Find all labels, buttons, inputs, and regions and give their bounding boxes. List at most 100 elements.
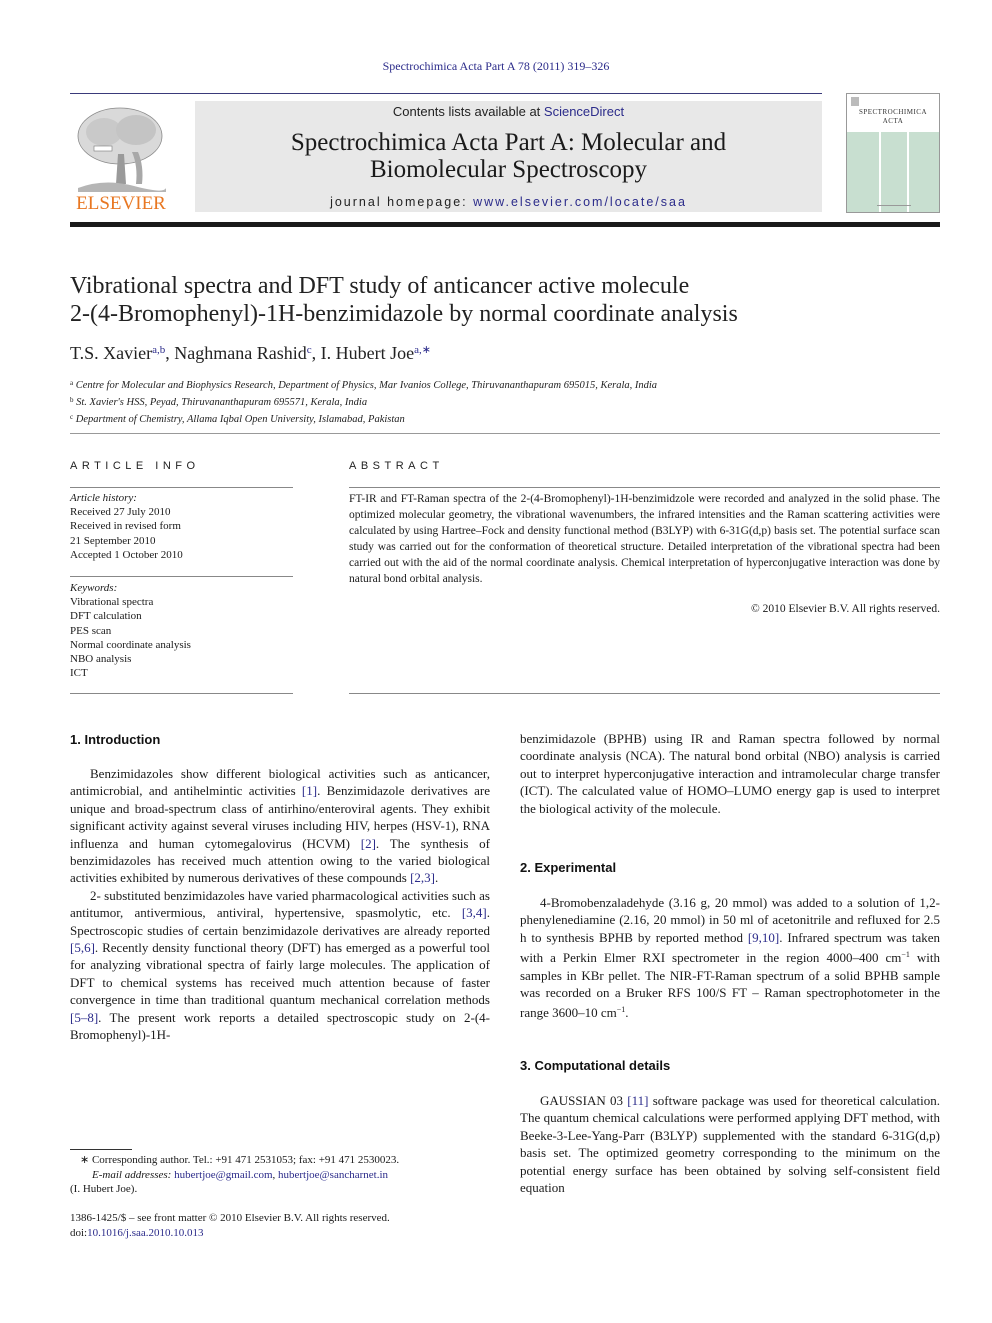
keyword: NBO analysis [70,653,132,666]
author-list: T.S. Xaviera,b, Naghmana Rashidc, I. Hub… [70,343,431,364]
footnote-divider [70,1149,132,1150]
journal-homepage: journal homepage: www.elsevier.com/locat… [195,195,822,209]
section-heading-experimental: 2. Experimental [520,860,617,875]
keyword: Vibrational spectra [70,596,154,609]
citation-link[interactable]: [5–8] [70,1010,98,1025]
divider [70,693,293,694]
article-title: Vibrational spectra and DFT study of ant… [70,272,930,328]
introduction-body: Benzimidazoles show different biological… [70,765,490,1044]
cover-stripe [907,132,909,212]
homepage-link[interactable]: www.elsevier.com/locate/saa [473,195,687,209]
unit-exponent: −1 [901,950,910,960]
divider [349,487,940,488]
affiliation-text: Department of Chemistry, Allama Iqbal Op… [75,414,405,425]
cover-green-panel [847,132,939,212]
article-title-line1: Vibrational spectra and DFT study of ant… [70,273,690,299]
keywords-label: Keywords: [70,582,118,594]
abstract-copyright: © 2010 Elsevier B.V. All rights reserved… [751,603,940,615]
footnote: ∗ Corresponding author. Tel.: +91 471 25… [70,1153,490,1197]
introduction-continued: benzimidazole (BPHB) using IR and Raman … [520,731,940,816]
divider [70,487,293,488]
footnote-author-name: (I. Hubert Joe). [70,1183,138,1195]
cover-title-line2: ACTA [882,117,904,125]
journal-title-line1: Spectrochimica Acta Part A: Molecular an… [290,129,727,156]
sciencedirect-link[interactable]: ScienceDirect [544,104,624,119]
text-run: . Recently density functional theory (DF… [70,940,490,1008]
contents-prefix: Contents lists available at [392,104,544,119]
paragraph: Benzimidazoles show different biological… [70,765,490,887]
paragraph: GAUSSIAN 03 [11] software package was us… [520,1092,940,1196]
text-run: 2- substituted benzimidazoles have varie… [70,887,490,921]
elsevier-wordmark: ELSEVIER [76,193,166,214]
journal-banner: Contents lists available at ScienceDirec… [195,101,822,212]
affiliations: a Centre for Molecular and Biophysics Re… [70,376,657,427]
journal-title-line2: Biomolecular Spectroscopy [369,156,647,183]
author-separator: , [311,343,321,363]
cover-title: SPECTROCHIMICA ACTA [847,108,939,126]
elsevier-logo[interactable]: ELSEVIER [70,100,172,215]
affiliation-text: St. Xavier's HSS, Peyad, Thiruvananthapu… [76,397,368,408]
doi-link[interactable]: 10.1016/j.saa.2010.10.013 [87,1227,203,1239]
email-line: E-mail addresses: hubertjoe@gmail.com, h… [70,1168,490,1183]
section-heading-computational: 3. Computational details [520,1058,671,1073]
author-affiliation-link[interactable]: a,∗ [414,344,431,356]
email-link[interactable]: hubertjoe@gmail.com [174,1169,272,1181]
doi-line: doi:10.1016/j.saa.2010.10.013 [70,1226,390,1241]
elsevier-tree-icon [77,107,166,192]
computational-body: GAUSSIAN 03 [11] software package was us… [520,1092,940,1196]
cover-logo-icon [851,97,859,106]
section-heading-introduction: 1. Introduction [70,732,161,747]
affiliation-text: Centre for Molecular and Biophysics Rese… [75,380,658,391]
header-divider [70,93,822,94]
homepage-label: journal homepage: [330,195,474,209]
citation-link[interactable]: [3,4] [462,905,487,920]
paragraph: 4-Bromobenzaladehyde (3.16 g, 20 mmol) w… [520,894,940,1022]
author-separator: , [165,343,175,363]
text-run: . [435,870,439,886]
article-history: Article history: Received 27 July 2010 R… [70,491,183,562]
unit-exponent: −1 [616,1005,626,1015]
paragraph: 2- substituted benzimidazoles have varie… [70,887,490,1044]
cover-title-line1: SPECTROCHIMICA [858,108,928,116]
doi-label: doi: [70,1227,88,1239]
text-run: . The present work reports a detailed sp… [70,1009,490,1043]
keyword: PES scan [70,624,112,637]
history-item: Accepted 1 October 2010 [70,548,183,561]
citation-link[interactable]: [5,6] [70,940,95,955]
affiliation-key: c [70,413,74,421]
text-run: software package was used for theoretica… [520,1093,940,1196]
divider [70,576,293,577]
journal-citation-link[interactable]: Spectrochimica Acta Part A 78 (2011) 319… [0,59,992,74]
affiliation-key: a [70,379,74,387]
article-title-line2: 2-(4-Bromophenyl)-1H-benzimidazole by no… [70,301,738,327]
citation-link[interactable]: [11] [627,1093,648,1108]
affiliation: a Centre for Molecular and Biophysics Re… [70,376,657,393]
journal-cover-thumbnail[interactable]: SPECTROCHIMICA ACTA [846,93,940,213]
text-run: . [625,1005,629,1021]
affiliation-divider [70,433,940,434]
author-name: I. Hubert Joe [320,343,415,363]
cover-footer-line [877,205,911,206]
keyword: ICT [70,667,88,680]
citation-link[interactable]: [2] [361,836,376,851]
affiliation: c Department of Chemistry, Allama Iqbal … [70,410,657,427]
email-link[interactable]: hubertjoe@sancharnet.in [278,1169,388,1181]
citation-link[interactable]: [1] [302,783,317,798]
keyword: DFT calculation [70,610,142,623]
history-item: Received 27 July 2010 [70,506,171,519]
keywords: Keywords: Vibrational spectra DFT calcul… [70,581,191,680]
text-run: GAUSSIAN 03 [540,1093,628,1108]
divider [349,693,940,694]
abstract-heading: ABSTRACT [349,460,444,472]
affiliation-key: b [70,396,74,404]
history-label: Article history: [70,492,137,504]
journal-title: Spectrochimica Acta Part A: Molecular an… [195,129,822,183]
citation-link[interactable]: [2,3] [410,870,435,885]
author-affiliation-link[interactable]: a,b [152,344,165,356]
history-item: Received in revised form [70,520,181,533]
history-item: 21 September 2010 [70,534,156,547]
citation-link[interactable]: [9,10] [748,930,779,945]
abstract-text: FT-IR and FT-Raman spectra of the 2-(4-B… [349,493,940,585]
front-matter-text: 1386-1425/$ – see front matter © 2010 El… [70,1212,390,1224]
front-matter: 1386-1425/$ – see front matter © 2010 El… [70,1211,390,1241]
